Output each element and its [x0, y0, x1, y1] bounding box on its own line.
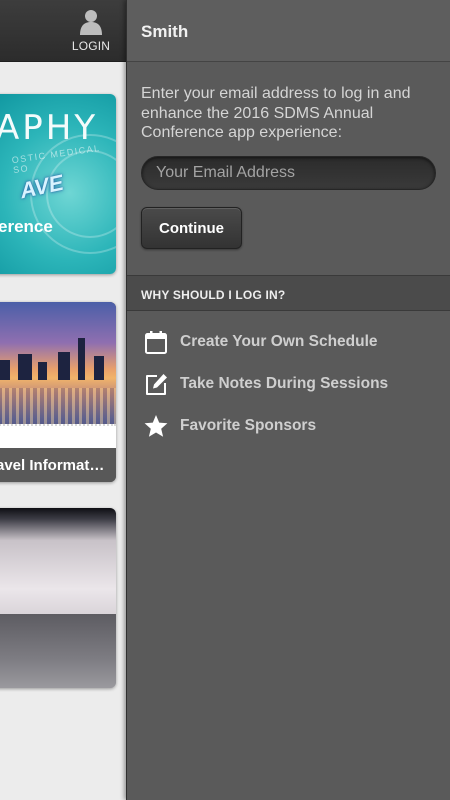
benefit-label: Create Your Own Schedule — [180, 333, 378, 350]
benefit-label: Favorite Sponsors — [180, 417, 317, 434]
pencil-square-icon — [146, 374, 167, 395]
tile-wave-edge — [0, 424, 116, 448]
banner-title: APHY — [0, 108, 99, 148]
skyline-building — [58, 352, 70, 380]
background-app: LOGIN APHY OSTIC MEDICAL SO AVE erence a… — [0, 0, 126, 800]
star-icon — [144, 415, 168, 437]
continue-button[interactable]: Continue — [141, 207, 242, 249]
benefit-label: Take Notes During Sessions — [180, 375, 389, 392]
top-bar: LOGIN — [0, 0, 126, 62]
travel-information-tile[interactable]: avel Informat… — [0, 302, 116, 482]
skyline-building — [94, 356, 104, 380]
login-prompt: Enter your email address to log in and e… — [141, 85, 411, 141]
benefit-notes: Take Notes During Sessions — [141, 369, 441, 399]
login-button[interactable]: LOGIN — [62, 6, 120, 56]
calendar-icon — [145, 331, 167, 354]
skyline-building — [18, 354, 32, 380]
benefit-schedule: Create Your Own Schedule — [141, 327, 441, 357]
benefit-sponsors: Favorite Sponsors — [141, 411, 441, 441]
travel-caption: avel Informat… — [0, 448, 116, 482]
section-title: WHY SHOULD I LOG IN? — [141, 288, 286, 302]
login-drawer: Smith Enter your email address to log in… — [126, 0, 450, 800]
email-field[interactable] — [141, 156, 436, 190]
skyline-building — [38, 362, 47, 380]
drawer-header: Smith — [127, 0, 450, 62]
user-icon — [80, 10, 102, 35]
skyline-building — [0, 360, 10, 380]
why-login-section-header: WHY SHOULD I LOG IN? — [127, 275, 450, 311]
conference-banner-tile[interactable]: APHY OSTIC MEDICAL SO AVE erence — [0, 94, 116, 274]
banner-subtitle: erence — [0, 217, 53, 236]
photo-tile[interactable] — [0, 508, 116, 688]
login-label: LOGIN — [71, 39, 111, 53]
skyline-building — [78, 338, 85, 380]
photo-shade — [0, 614, 116, 688]
user-name: Smith — [141, 22, 189, 41]
